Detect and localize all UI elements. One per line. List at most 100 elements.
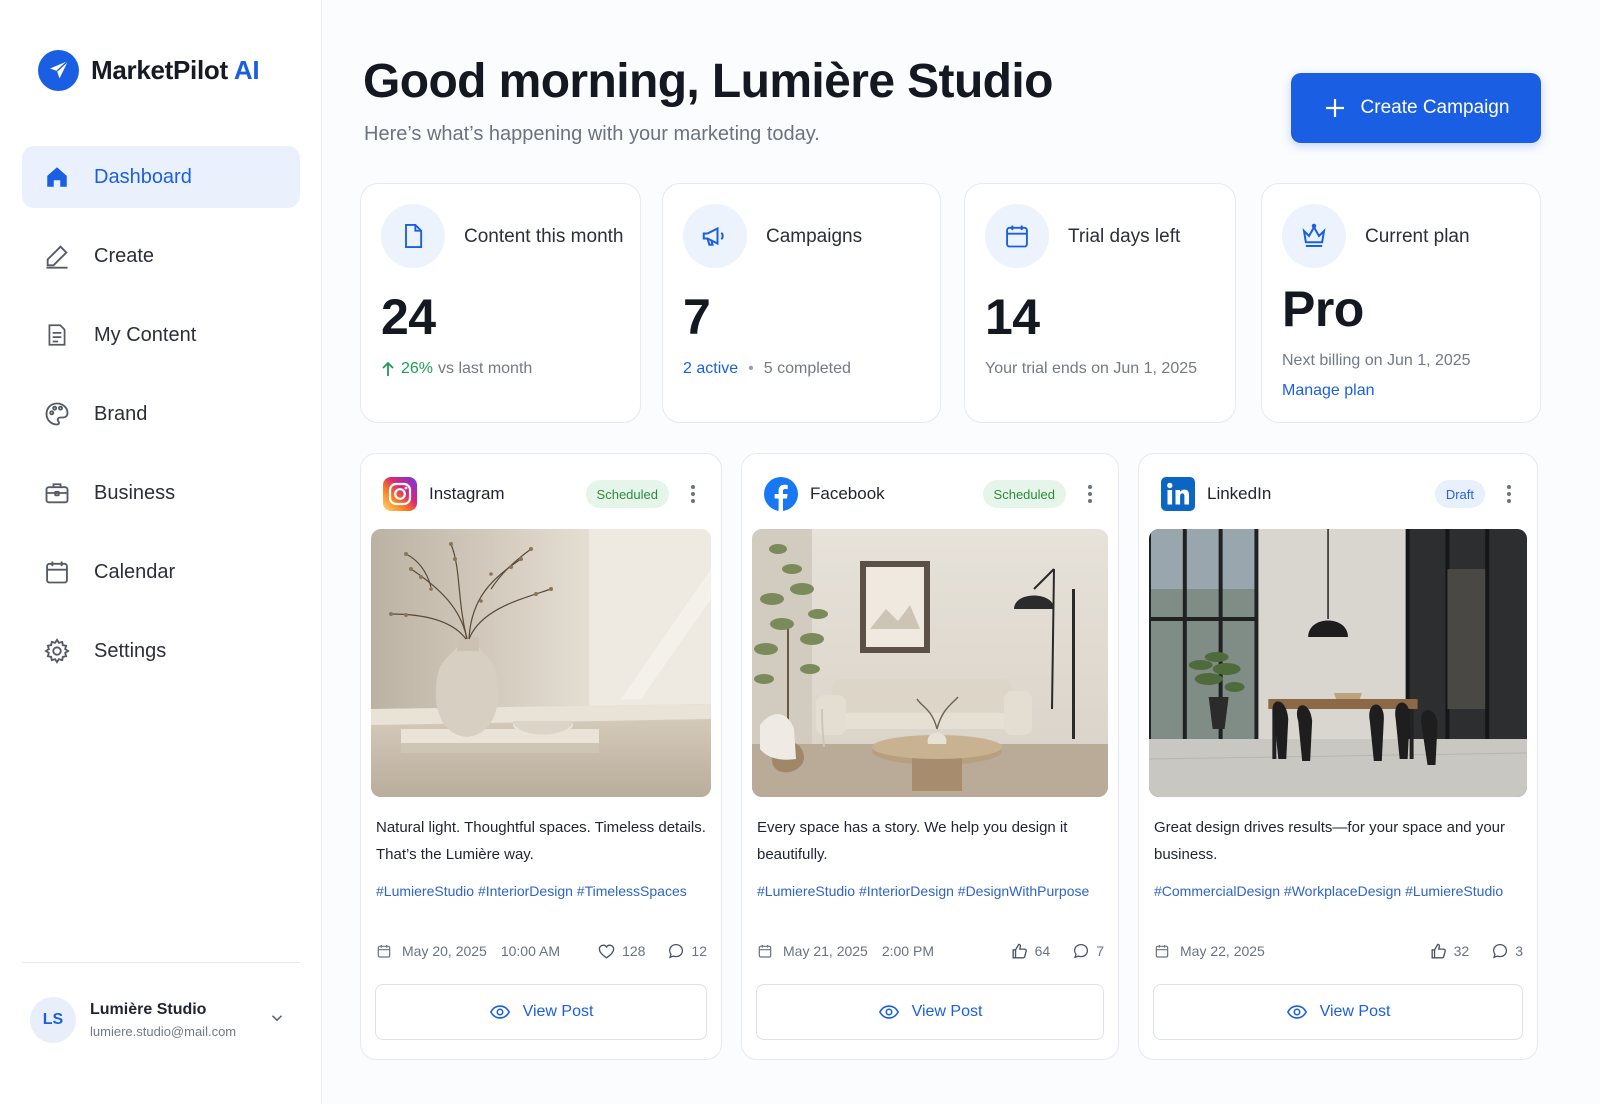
briefcase-icon <box>42 478 72 508</box>
plus-icon <box>1323 96 1347 120</box>
sidebar-nav: Dashboard Create My Content Brand Busine… <box>22 146 300 699</box>
post-image[interactable] <box>371 529 711 797</box>
arrow-up-icon <box>381 361 395 377</box>
paper-plane-icon <box>38 49 79 91</box>
file-icon <box>381 204 445 268</box>
user-email: lumiere.studio@mail.com <box>90 1024 237 1039</box>
thumbs-up-icon[interactable] <box>1429 942 1448 961</box>
view-post-button[interactable]: View Post <box>756 984 1104 1040</box>
heart-icon[interactable] <box>597 942 616 961</box>
sidebar-item-my-content[interactable]: My Content <box>22 304 300 366</box>
view-post-button[interactable]: View Post <box>1153 984 1523 1040</box>
sidebar-item-dashboard[interactable]: Dashboard <box>22 146 300 208</box>
post-hashtags: #CommercialDesign #WorkplaceDesign #Lumi… <box>1154 883 1504 899</box>
like-count: 128 <box>622 943 646 959</box>
post-caption: Great design drives results—for your spa… <box>1154 819 1505 863</box>
stat-change: 26% vs last month <box>381 360 532 378</box>
manage-plan-link[interactable]: Manage plan <box>1282 382 1375 400</box>
page-title: Good morning, Lumière Studio <box>363 55 1053 108</box>
post-caption: Every space has a story. We help you des… <box>757 819 1068 863</box>
linkedin-icon <box>1161 477 1195 511</box>
more-options-icon[interactable] <box>1084 481 1096 507</box>
create-campaign-label: Create Campaign <box>1360 97 1510 118</box>
sidebar-item-label: Settings <box>94 639 167 662</box>
stat-label: Campaigns <box>766 226 863 247</box>
document-icon <box>42 320 72 350</box>
sidebar-item-business[interactable]: Business <box>22 462 300 524</box>
calendar-icon <box>42 557 72 587</box>
sidebar-item-settings[interactable]: Settings <box>22 620 300 682</box>
post-image[interactable] <box>752 529 1108 797</box>
brand-logo-group[interactable]: MarketPilot AI <box>38 49 260 91</box>
post-date: May 22, 2025 <box>1180 943 1265 959</box>
sidebar-item-create[interactable]: Create <box>22 225 300 287</box>
comment-icon[interactable] <box>1072 942 1090 960</box>
bullet-separator: • <box>748 360 754 377</box>
stat-value: 24 <box>381 289 436 345</box>
post-card-instagram: Instagram Scheduled Natural light. Thoug… <box>360 453 722 1060</box>
stat-change-value: 26% <box>401 360 434 377</box>
view-post-button[interactable]: View Post <box>375 984 707 1040</box>
completed-campaigns: 5 completed <box>763 360 851 377</box>
post-meta: May 22, 2025 32 3 <box>1154 939 1523 963</box>
comment-count: 3 <box>1515 943 1523 959</box>
comment-icon[interactable] <box>667 942 685 960</box>
post-hashtags: #LumiereStudio #InteriorDesign #DesignWi… <box>757 883 1090 899</box>
stat-value: Pro <box>1282 281 1364 337</box>
stat-breakdown: 2 active • 5 completed <box>683 360 851 378</box>
stat-value: 7 <box>683 289 711 345</box>
post-image[interactable] <box>1149 529 1527 797</box>
active-campaigns[interactable]: 2 active <box>683 360 738 378</box>
sidebar-item-label: Business <box>94 481 176 504</box>
chevron-down-icon[interactable] <box>268 1009 286 1032</box>
sidebar-item-label: My Content <box>94 323 197 346</box>
app-window: MarketPilot AI Dashboard Create My Conten… <box>0 0 1600 1104</box>
comment-count: 7 <box>1096 943 1104 959</box>
avatar: LS <box>30 997 76 1043</box>
brand-ai-suffix: AI <box>233 54 260 85</box>
like-count: 64 <box>1034 943 1051 959</box>
sidebar-item-brand[interactable]: Brand <box>22 383 300 445</box>
stat-label: Current plan <box>1365 226 1470 247</box>
home-icon <box>42 162 72 192</box>
sidebar-item-calendar[interactable]: Calendar <box>22 541 300 603</box>
status-badge: Draft <box>1434 480 1485 508</box>
post-card-linkedin: LinkedIn Draft Great design drives resul… <box>1138 453 1538 1060</box>
palette-icon <box>42 399 72 429</box>
thumbs-up-icon[interactable] <box>1010 942 1029 961</box>
sidebar-item-label: Brand <box>94 402 148 425</box>
post-time: 10:00 AM <box>500 943 560 959</box>
stat-card-plan: Current plan Pro Next billing on Jun 1, … <box>1261 183 1541 423</box>
instagram-icon <box>383 477 417 511</box>
status-badge: Scheduled <box>982 480 1066 508</box>
sidebar-item-label: Create <box>94 244 155 267</box>
stat-value: 14 <box>985 289 1040 345</box>
status-badge: Scheduled <box>585 480 669 508</box>
calendar-icon <box>757 943 773 959</box>
gear-icon <box>42 636 72 666</box>
post-meta: May 21, 2025 2:00 PM 64 7 <box>757 939 1104 963</box>
stat-change-suffix: vs last month <box>438 360 533 377</box>
stat-label: Trial days left <box>1068 226 1181 247</box>
view-post-label: View Post <box>1319 1003 1391 1020</box>
platform-name: Instagram <box>429 484 505 503</box>
comment-icon[interactable] <box>1491 942 1509 960</box>
megaphone-icon <box>683 204 747 268</box>
stat-card-campaigns: Campaigns 7 2 active • 5 completed <box>662 183 941 423</box>
user-name: Lumière Studio <box>90 1001 207 1018</box>
calendar-icon <box>1154 943 1170 959</box>
post-date: May 21, 2025 <box>783 943 868 959</box>
more-options-icon[interactable] <box>1503 481 1515 507</box>
more-options-icon[interactable] <box>687 481 699 507</box>
stat-card-trial: Trial days left 14 Your trial ends on Ju… <box>964 183 1236 423</box>
post-card-facebook: Facebook Scheduled Every space has a sto… <box>741 453 1119 1060</box>
pencil-icon <box>42 241 72 271</box>
create-campaign-button[interactable]: Create Campaign <box>1291 73 1541 143</box>
calendar-icon <box>376 943 392 959</box>
crown-icon <box>1282 204 1346 268</box>
calendar-icon <box>985 204 1049 268</box>
facebook-icon <box>764 477 798 511</box>
user-menu[interactable]: LS Lumière Studio lumiere.studio@mail.co… <box>30 994 292 1046</box>
eye-icon <box>1286 1001 1308 1023</box>
view-post-label: View Post <box>522 1003 594 1020</box>
